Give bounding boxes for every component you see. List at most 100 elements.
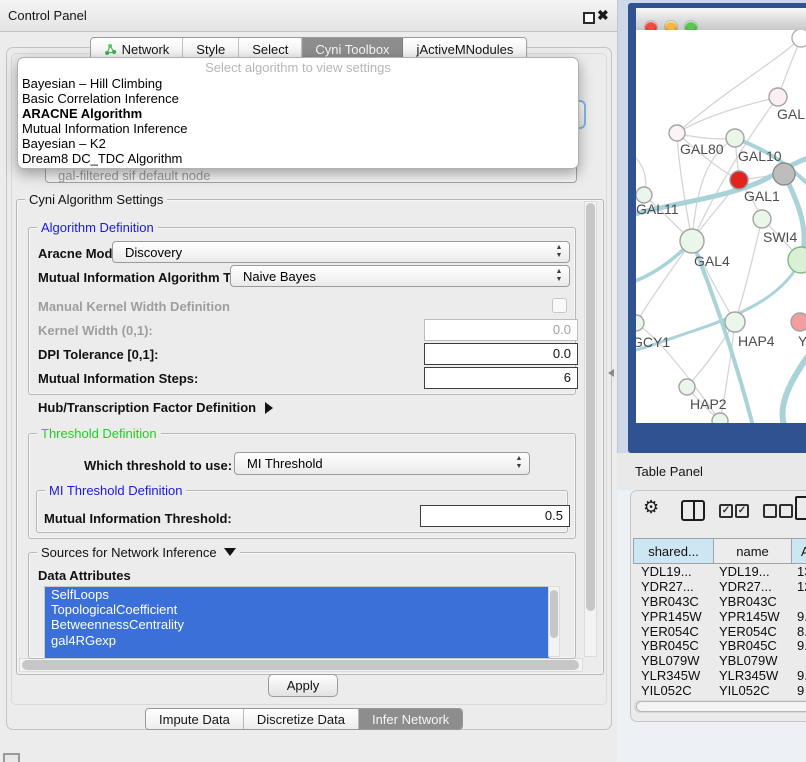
network-node-gal1[interactable] [730,171,748,189]
network-node[interactable] [788,247,806,273]
table-cell: 9. [791,610,806,625]
tab-infer-network[interactable]: Infer Network [359,709,462,729]
data-attributes-list[interactable]: SelfLoopsTopologicalCoefficientBetweenne… [44,586,550,659]
gear-icon[interactable]: ⚙ [643,497,659,518]
table-row[interactable]: YBR043CYBR043C [633,595,806,610]
settings-vertical-scrollbar-thumb[interactable] [586,203,595,611]
sources-group-title[interactable]: Sources for Network Inference [37,545,240,560]
table-row[interactable]: YBL079WYBL079W [633,654,806,669]
mi-algorithm-type-combo[interactable]: Naive Bayes ▲▼ [230,265,570,287]
mi-steps-label: Mutual Information Steps: [38,371,198,386]
minimized-window-icon[interactable] [3,753,20,762]
algorithm-option[interactable]: Dream8 DC_TDC Algorithm [18,151,578,166]
table-cell: YIL052C [713,684,791,699]
float-window-icon[interactable] [583,12,595,24]
table-row[interactable]: YIL052CYIL052C9 [633,684,806,699]
combo-stepper-icon: ▲▼ [554,244,564,260]
algorithm-option[interactable]: Basic Correlation Inference [18,91,578,106]
manual-kernel-width-checkbox[interactable] [552,298,567,313]
network-graph[interactable]: GALGAL80GAL10GAL1GAL11SWI4GAL4GCY1HAP4YH… [636,30,806,423]
table-cell: YPR145W [713,610,791,625]
aracne-mode-combo[interactable]: Discovery ▲▼ [112,241,570,263]
table-cell: YER054C [633,625,713,640]
which-threshold-combo[interactable]: MI Threshold ▲▼ [234,452,530,475]
algorithm-dropdown-placeholder: Select algorithm to view settings [18,60,578,76]
network-edge[interactable] [677,97,778,133]
application-root: Control Panel ✖ NetworkStyleSelectCyni T… [0,0,806,762]
network-node[interactable] [712,413,728,423]
sources-title-text: Sources for Network Inference [41,545,217,560]
table-row[interactable]: YDR27...YDR27...12 [633,580,806,595]
network-node-gal10[interactable] [726,129,744,147]
network-node-y[interactable] [791,313,806,331]
column-header[interactable]: A... [791,538,806,564]
attribute-item[interactable]: gal4RGexp [45,633,549,648]
mi-threshold-label: Mutual Information Threshold: [44,511,232,526]
network-node[interactable] [773,163,795,185]
table-cell: YLR345W [713,669,791,684]
network-edge-highlighted[interactable] [782,348,806,423]
table-row[interactable]: YBR045CYBR045C9. [633,639,806,654]
table-cell: YLR345W [633,669,713,684]
network-window-titlebar[interactable] [636,8,806,31]
attribute-item[interactable]: TopologicalCoefficient [45,602,549,617]
network-node[interactable] [792,30,806,47]
network-node-swi4[interactable] [753,210,771,228]
attributes-list-scrollbar-thumb[interactable] [550,590,558,638]
tab-impute-data[interactable]: Impute Data [146,709,244,729]
aracne-mode-value: Discovery [125,245,182,260]
algorithm-option[interactable]: Mutual Information Inference [18,121,578,136]
table-cell: YPR145W [633,610,713,625]
document-icon[interactable] [795,496,806,520]
network-view-canvas[interactable]: GALGAL80GAL10GAL1GAL11SWI4GAL4GCY1HAP4YH… [636,30,806,423]
table-row[interactable]: YPR145WYPR145W9. [633,610,806,625]
apply-button[interactable]: Apply [268,674,338,697]
mi-steps-field[interactable]: 6 [424,367,578,389]
table-rows: YDL19...YDL19...13YDR27...YDR27...12YBR0… [633,565,806,699]
collapse-down-icon [224,548,236,556]
close-icon[interactable]: ✖ [597,7,609,24]
network-node-hap4[interactable] [725,312,745,332]
network-node-hap2[interactable] [679,379,695,395]
algorithm-option[interactable]: ARACNE Algorithm [18,106,578,121]
hub-definition-toggle[interactable]: Hub/Transcription Factor Definition [38,400,273,415]
node-label: GAL11 [636,201,679,217]
node-label: Y [798,333,806,349]
table-row[interactable]: YLR345WYLR345W9. [633,669,806,684]
tab-label: jActiveMNodules [417,42,514,57]
table-row[interactable]: YDL19...YDL19...13 [633,565,806,580]
tab-discretize-data[interactable]: Discretize Data [244,709,359,729]
unchecked-checkbox-icon[interactable] [763,504,777,518]
algorithm-option[interactable]: Bayesian – K2 [18,136,578,151]
kernel-width-field[interactable]: 0.0 [424,319,578,341]
table-cell: YIL052C [633,684,713,699]
node-label: HAP4 [738,333,775,349]
network-node-gal4[interactable] [680,229,704,253]
table-row[interactable]: YER054CYER054C8. [633,625,806,640]
table-horizontal-scrollbar[interactable] [634,700,806,713]
tab-label: Infer Network [372,712,449,727]
column-header[interactable]: name [713,538,791,564]
table-horizontal-scrollbar-thumb[interactable] [636,701,806,712]
network-icon [104,43,117,56]
node-label: GCY1 [636,334,670,350]
settings-horizontal-scrollbar-thumb[interactable] [22,660,579,670]
attribute-item[interactable]: SelfLoops [45,587,549,602]
algorithm-option[interactable]: Bayesian – Hill Climbing [18,76,578,91]
unchecked-checkbox-icon[interactable] [779,504,793,518]
network-edge[interactable] [636,241,692,323]
checked-checkbox-icon[interactable]: ✓ [735,504,749,518]
network-node-gal80[interactable] [669,125,685,141]
checked-checkbox-icon[interactable]: ✓ [719,504,733,518]
column-browser-icon[interactable] [681,500,705,521]
table-header-row: shared...nameA... [633,538,806,564]
network-node-gal[interactable] [769,88,787,106]
column-header[interactable]: shared... [633,538,713,564]
mi-threshold-field[interactable]: 0.5 [420,505,570,527]
table-cell: YER054C [713,625,791,640]
dpi-tolerance-field[interactable]: 0.0 [424,343,578,365]
splitpane-collapse-icon[interactable] [608,369,614,377]
node-label: GAL80 [680,141,724,157]
network-edge[interactable] [735,219,762,322]
attribute-item[interactable]: BetweennessCentrality [45,617,549,632]
